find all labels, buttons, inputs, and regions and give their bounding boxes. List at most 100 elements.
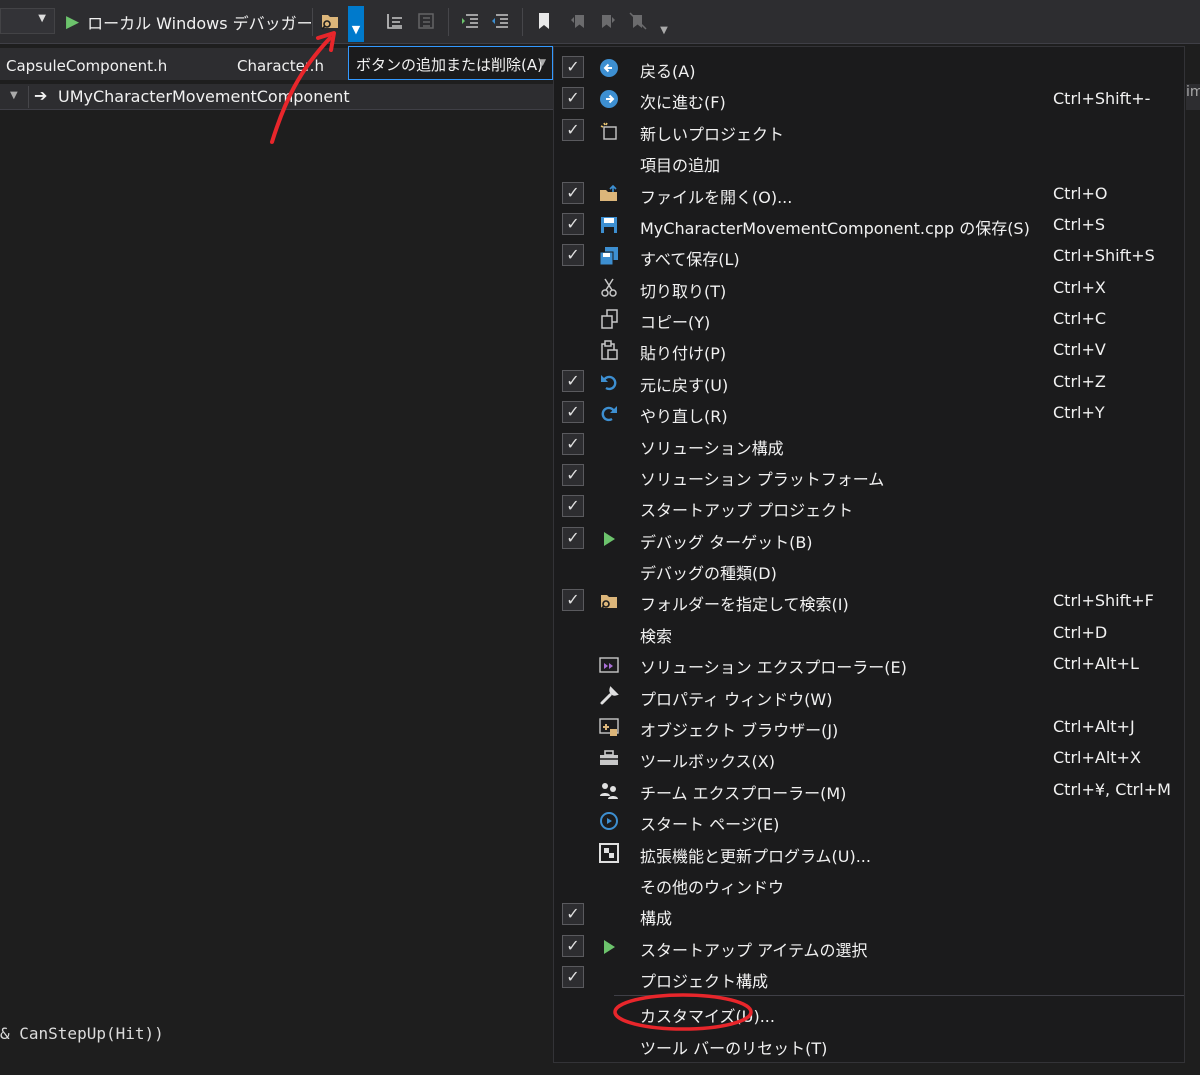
menu-item[interactable]: ✓ フォルダーを指定して検索(I) Ctrl+Shift+F — [554, 585, 1184, 616]
menu-item[interactable]: チーム エクスプローラー(M) Ctrl+¥, Ctrl+M — [554, 774, 1184, 805]
menu-item-label: 貼り付け(P) — [640, 344, 727, 364]
menu-item-label: 次に進む(F) — [640, 93, 726, 113]
menu-item-label: やり直し(R) — [640, 407, 728, 427]
menu-item[interactable]: カスタマイズ(U)... — [554, 997, 1184, 1028]
object-browser-icon — [597, 715, 621, 739]
tab-capsulecomponent[interactable]: CapsuleComponent.h — [6, 57, 167, 75]
menu-item[interactable]: オブジェクト ブラウザー(J) Ctrl+Alt+J — [554, 711, 1184, 742]
menu-item[interactable]: ✓ 構成 — [554, 899, 1184, 930]
find-in-files-icon — [597, 589, 621, 613]
toolbar-customize-chevron-icon[interactable]: ▼ — [652, 18, 676, 42]
menu-item-label: カスタマイズ(U)... — [640, 1007, 775, 1027]
start-page-icon — [597, 809, 621, 833]
menu-item[interactable]: ✓ スタートアップ アイテムの選択 — [554, 931, 1184, 962]
menu-item[interactable]: ✓ やり直し(R) Ctrl+Y — [554, 397, 1184, 428]
chevron-down-icon[interactable]: ▼ — [10, 90, 18, 101]
menu-item-checkbox[interactable]: ✓ — [562, 966, 584, 989]
menu-item[interactable]: ✓ 次に進む(F) Ctrl+Shift+- — [554, 83, 1184, 114]
menu-item-checkbox[interactable]: ✓ — [562, 181, 584, 204]
forward-arrow-icon — [597, 87, 621, 111]
member-dropdown[interactable]: UMyCharacterMovementComponent — [58, 87, 350, 106]
toolbar-overflow-button[interactable]: ▼ — [348, 6, 364, 42]
menu-item[interactable]: プロパティ ウィンドウ(W) — [554, 680, 1184, 711]
menu-item[interactable]: デバッグの種類(D) — [554, 554, 1184, 585]
outdent-icon[interactable] — [488, 9, 512, 33]
comment-icon[interactable] — [384, 9, 408, 33]
menu-item[interactable]: 検索 Ctrl+D — [554, 617, 1184, 648]
find-in-files-icon[interactable] — [318, 9, 342, 33]
code-line: & CanStepUp(Hit)) — [0, 1024, 164, 1043]
add-remove-buttons-label: ボタンの追加または削除(A) — [356, 56, 543, 74]
menu-item-label: 構成 — [640, 909, 673, 929]
menu-item-label: 元に戻す(U) — [640, 375, 729, 395]
menu-item-checkbox[interactable]: ✓ — [562, 903, 584, 926]
uncomment-icon[interactable] — [414, 9, 438, 33]
toolbox-icon — [597, 746, 621, 770]
add-remove-buttons-menu[interactable]: ボタンの追加または削除(A) ▼ — [348, 46, 553, 80]
menu-item-checkbox[interactable]: ✓ — [562, 369, 584, 392]
save-icon — [597, 213, 621, 237]
solution-explorer-icon — [597, 652, 621, 676]
menu-item-checkbox[interactable]: ✓ — [562, 589, 584, 612]
menu-item-checkbox[interactable]: ✓ — [562, 495, 584, 518]
menu-item[interactable]: ツールボックス(X) Ctrl+Alt+X — [554, 742, 1184, 773]
menu-item-checkbox[interactable]: ✓ — [562, 401, 584, 424]
navigation-bar: ▼ ➔ UMyCharacterMovementComponent — [0, 84, 555, 110]
menu-item[interactable]: ✓ スタートアップ プロジェクト — [554, 491, 1184, 522]
menu-item-checkbox[interactable]: ✓ — [562, 118, 584, 141]
config-combo[interactable]: ▼ — [0, 8, 55, 34]
menu-item[interactable]: ツール バーのリセット(T) — [554, 1029, 1184, 1060]
menu-item-checkbox[interactable]: ✓ — [562, 934, 584, 957]
menu-item-shortcut: Ctrl+Y — [1053, 403, 1105, 423]
menu-item-checkbox[interactable]: ✓ — [562, 432, 584, 455]
menu-item-checkbox[interactable]: ✓ — [562, 526, 584, 549]
menu-item[interactable]: ✓ 戻る(A) — [554, 52, 1184, 83]
menu-item[interactable]: その他のウィンドウ — [554, 868, 1184, 899]
menu-item-label: チーム エクスプローラー(M) — [640, 783, 847, 803]
menu-item-shortcut: Ctrl+O — [1053, 183, 1108, 203]
indent-icon[interactable] — [458, 9, 482, 33]
menu-item-shortcut: Ctrl+Alt+J — [1053, 716, 1135, 736]
menu-item[interactable]: コピー(Y) Ctrl+C — [554, 303, 1184, 334]
menu-item-shortcut: Ctrl+Alt+L — [1053, 654, 1139, 674]
menu-item[interactable]: 貼り付け(P) Ctrl+V — [554, 334, 1184, 365]
menu-item-checkbox[interactable]: ✓ — [562, 244, 584, 267]
menu-item-shortcut: Ctrl+C — [1053, 309, 1107, 329]
menu-item-checkbox[interactable]: ✓ — [562, 87, 584, 110]
menu-item[interactable]: ✓ ファイルを開く(O)... Ctrl+O — [554, 178, 1184, 209]
menu-item[interactable]: ✓ 元に戻す(U) Ctrl+Z — [554, 366, 1184, 397]
menu-item[interactable]: ✓ デバッグ ターゲット(B) — [554, 523, 1184, 554]
tab-character[interactable]: Character.h — [237, 57, 324, 75]
menu-item-label: スタート ページ(E) — [640, 815, 780, 835]
toolbar-separator — [312, 8, 313, 36]
copy-icon — [597, 307, 621, 331]
prev-bookmark-icon[interactable] — [566, 9, 590, 33]
menu-item-checkbox[interactable]: ✓ — [562, 56, 584, 78]
menu-item[interactable]: スタート ページ(E) — [554, 805, 1184, 836]
wrench-icon — [597, 684, 621, 708]
menu-item[interactable]: 拡張機能と更新プログラム(U)... — [554, 837, 1184, 868]
menu-item[interactable]: ✓ ソリューション プラットフォーム — [554, 460, 1184, 491]
menu-item[interactable]: ✓ 新しいプロジェクト — [554, 115, 1184, 146]
menu-item[interactable]: ✓ すべて保存(L) Ctrl+Shift+S — [554, 240, 1184, 271]
menu-item[interactable]: 切り取り(T) Ctrl+X — [554, 272, 1184, 303]
next-bookmark-icon[interactable] — [596, 9, 620, 33]
menu-item-label: コピー(Y) — [640, 313, 711, 333]
menu-item-label: 拡張機能と更新プログラム(U)... — [640, 846, 871, 866]
menu-item[interactable]: ソリューション エクスプローラー(E) Ctrl+Alt+L — [554, 648, 1184, 679]
menu-item-checkbox[interactable]: ✓ — [562, 463, 584, 486]
menu-item[interactable]: ✓ MyCharacterMovementComponent.cpp の保存(S)… — [554, 209, 1184, 240]
menu-item-label: ソリューション プラットフォーム — [640, 469, 885, 489]
start-debug-button[interactable]: ▶ ローカル Windows デバッガー ▼ — [66, 10, 332, 34]
cut-icon — [597, 276, 621, 300]
menu-item[interactable]: ✓ プロジェクト構成 — [554, 962, 1184, 993]
menu-item-shortcut: Ctrl+S — [1053, 214, 1106, 234]
clear-bookmarks-icon[interactable] — [626, 9, 650, 33]
toolbar-separator — [522, 8, 523, 36]
menu-item[interactable]: ✓ ソリューション構成 — [554, 429, 1184, 460]
bookmark-icon[interactable] — [532, 9, 556, 33]
menu-item-label: ファイルを開く(O)... — [640, 187, 793, 207]
menu-item[interactable]: 項目の追加 — [554, 146, 1184, 177]
menu-item-label: デバッグの種類(D) — [640, 564, 777, 584]
menu-item-checkbox[interactable]: ✓ — [562, 212, 584, 235]
